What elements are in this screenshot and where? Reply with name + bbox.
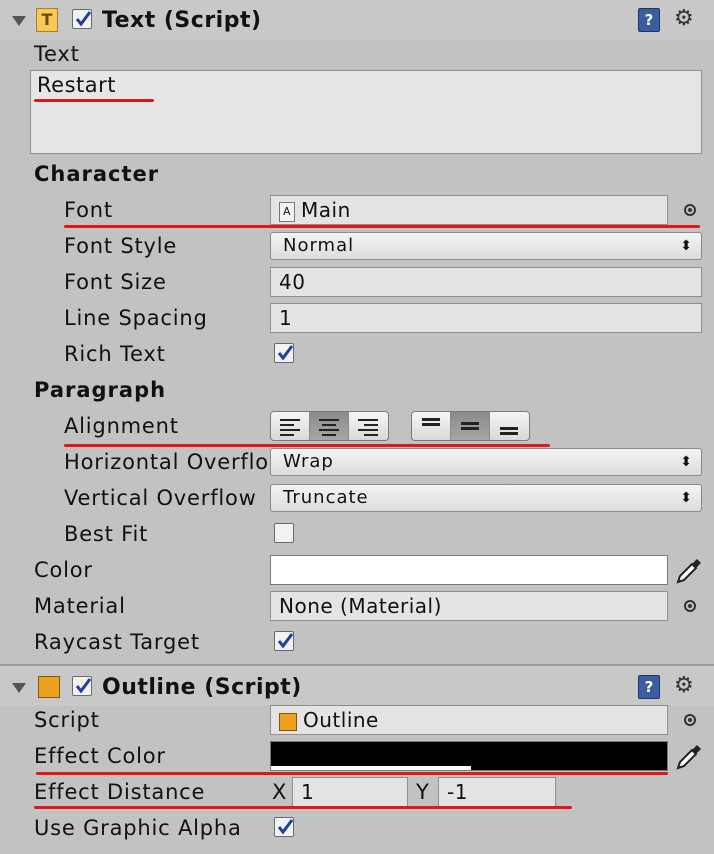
- horizontal-overflow-label: Horizontal Overflo: [64, 450, 268, 474]
- rich-text-checkbox[interactable]: [274, 343, 294, 363]
- vertical-overflow-label: Vertical Overflow: [64, 486, 257, 510]
- object-picker-icon[interactable]: [684, 204, 696, 216]
- use-graphic-alpha-checkbox[interactable]: [274, 817, 294, 837]
- rich-text-label: Rich Text: [64, 342, 166, 366]
- effect-distance-y-value: -1: [447, 780, 468, 804]
- gear-icon[interactable]: ⚙: [674, 8, 694, 30]
- eyedropper-icon[interactable]: [674, 742, 704, 772]
- effect-distance-x-label: X: [272, 780, 288, 804]
- material-label: Material: [34, 594, 126, 618]
- vertical-overflow-dropdown[interactable]: Truncate ⬍: [270, 484, 702, 512]
- color-swatch-field[interactable]: [270, 555, 668, 585]
- object-picker-icon[interactable]: [684, 600, 696, 612]
- text-area-value: Restart: [37, 73, 116, 97]
- character-section-heading: Character: [34, 162, 160, 186]
- checkmark-icon: [277, 633, 294, 649]
- checkmark-icon: [75, 11, 92, 27]
- align-center-button[interactable]: [310, 412, 349, 440]
- font-size-label: Font Size: [64, 270, 167, 294]
- font-style-value: Normal: [283, 235, 355, 256]
- text-component-enabled-checkbox[interactable]: [72, 9, 92, 29]
- horizontal-overflow-value: Wrap: [283, 451, 334, 472]
- font-value: Main: [301, 198, 351, 222]
- effect-distance-x-value: 1: [301, 780, 315, 804]
- font-size-input[interactable]: 40: [270, 267, 702, 297]
- horizontal-alignment-group: [270, 411, 389, 441]
- foldout-arrow-icon[interactable]: [12, 683, 26, 693]
- line-spacing-label: Line Spacing: [64, 306, 208, 330]
- text-field-label: Text: [34, 42, 80, 66]
- vertical-overflow-value: Truncate: [283, 487, 369, 508]
- best-fit-label: Best Fit: [64, 522, 149, 546]
- gear-icon[interactable]: ⚙: [674, 675, 694, 697]
- raycast-target-checkbox[interactable]: [274, 631, 294, 651]
- align-bottom-button[interactable]: [490, 412, 529, 440]
- font-label: Font: [64, 198, 113, 222]
- dropdown-arrows-icon: ⬍: [680, 238, 693, 254]
- text-component-icon: T: [36, 8, 58, 32]
- script-component-icon: [38, 676, 60, 698]
- script-label: Script: [34, 708, 100, 732]
- font-asset-icon: A: [279, 201, 295, 222]
- paragraph-section-heading: Paragraph: [34, 378, 167, 402]
- line-spacing-input[interactable]: 1: [270, 303, 702, 333]
- alignment-label: Alignment: [64, 414, 179, 438]
- script-asset-icon: [279, 712, 297, 731]
- material-value: None (Material): [279, 594, 442, 618]
- outline-component-enabled-checkbox[interactable]: [72, 676, 92, 696]
- align-top-button[interactable]: [412, 412, 451, 440]
- help-book-icon[interactable]: ?: [638, 675, 660, 699]
- outline-component-title: Outline (Script): [102, 675, 302, 700]
- font-style-dropdown[interactable]: Normal ⬍: [270, 232, 702, 260]
- text-area-input[interactable]: Restart: [30, 70, 702, 154]
- effect-color-label: Effect Color: [34, 744, 166, 768]
- annotation-underline-text: [34, 99, 154, 102]
- align-right-button[interactable]: [349, 412, 388, 440]
- vertical-alignment-group: [411, 411, 530, 441]
- annotation-underline-effect-color: [36, 772, 668, 775]
- effect-distance-x-input[interactable]: 1: [292, 777, 408, 807]
- foldout-arrow-icon[interactable]: [12, 16, 26, 26]
- script-field[interactable]: Outline: [270, 705, 668, 735]
- best-fit-checkbox[interactable]: [274, 523, 294, 543]
- object-picker-icon[interactable]: [684, 714, 696, 726]
- use-graphic-alpha-label: Use Graphic Alpha: [34, 816, 242, 840]
- effect-distance-y-input[interactable]: -1: [438, 777, 556, 807]
- alpha-bar: [271, 766, 471, 770]
- checkmark-icon: [277, 819, 294, 835]
- color-label: Color: [34, 558, 93, 582]
- text-component-title: Text (Script): [102, 8, 262, 33]
- material-field[interactable]: None (Material): [270, 591, 668, 621]
- font-field[interactable]: A Main: [270, 195, 668, 225]
- align-left-button[interactable]: [271, 412, 310, 440]
- eyedropper-icon[interactable]: [674, 556, 704, 586]
- checkmark-icon: [277, 345, 294, 361]
- align-middle-button[interactable]: [451, 412, 490, 440]
- checkmark-icon: [75, 678, 92, 694]
- dropdown-arrows-icon: ⬍: [680, 490, 693, 506]
- horizontal-overflow-dropdown[interactable]: Wrap ⬍: [270, 448, 702, 476]
- font-size-value: 40: [279, 270, 306, 294]
- effect-color-swatch[interactable]: [270, 741, 668, 771]
- script-value: Outline: [303, 708, 379, 732]
- line-spacing-value: 1: [279, 306, 293, 330]
- effect-distance-y-label: Y: [416, 780, 430, 804]
- help-book-icon[interactable]: ?: [638, 8, 660, 32]
- annotation-underline-font: [64, 225, 700, 228]
- annotation-underline-effect-distance: [34, 806, 572, 809]
- annotation-underline-alignment: [64, 444, 550, 447]
- dropdown-arrows-icon: ⬍: [680, 454, 693, 470]
- raycast-target-label: Raycast Target: [34, 630, 200, 654]
- effect-distance-label: Effect Distance: [34, 780, 206, 804]
- font-style-label: Font Style: [64, 234, 178, 258]
